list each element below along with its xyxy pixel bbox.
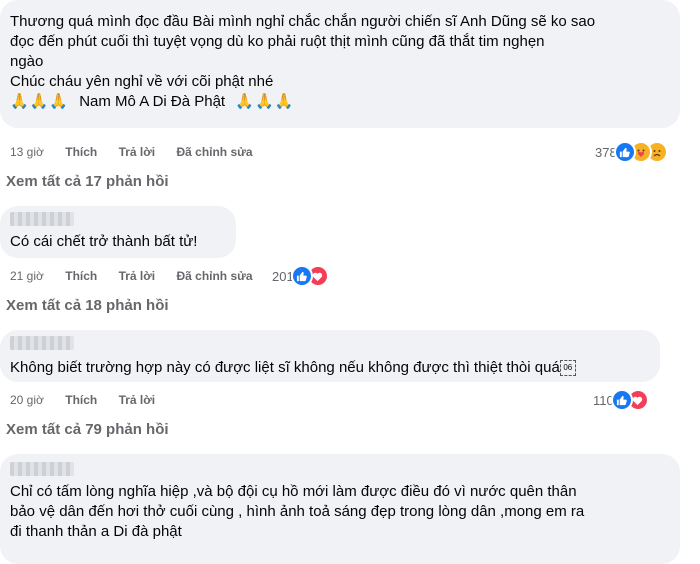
comment-text: Không biết trường hợp này có được liệt s…	[10, 359, 560, 376]
reply-link[interactable]: Trả lời	[119, 393, 156, 407]
edited-label: Đã chỉnh sửa	[176, 269, 253, 283]
comment-text-line: đọc đến phút cuối thì tuyệt vọng dù ko p…	[10, 33, 545, 50]
comment-text-line: Không biết trường hợp này có được liệt s…	[10, 358, 576, 378]
reaction-summary-3[interactable]: 110	[593, 389, 649, 411]
emoji-placeholder-icon: 06	[559, 360, 576, 376]
timestamp[interactable]: 20 giờ	[10, 393, 44, 407]
reaction-summary-1[interactable]: 378	[595, 141, 668, 163]
comment-bubble-4: Chỉ có tấm lòng nghĩa hiệp ,và bộ đội cụ…	[0, 454, 680, 564]
like-link[interactable]: Thích	[65, 145, 97, 159]
comment-text-line: Chỉ có tấm lòng nghĩa hiệp ,và bộ đội cụ…	[10, 483, 577, 500]
comment-actions-2: 21 giờ Thích Trả lời Đã chỉnh sửa	[10, 268, 271, 284]
comment-text-line: đi thanh thản a Di đà phật	[10, 523, 182, 540]
view-replies-link[interactable]: Xem tất cả 17 phản hồi	[6, 173, 169, 190]
like-icon	[613, 141, 636, 163]
like-icon	[290, 265, 313, 287]
comment-author-name[interactable]	[10, 212, 74, 226]
comment-actions-3: 20 giờ Thích Trả lời	[10, 392, 173, 408]
comment-text-line: ngào	[10, 53, 44, 70]
comment-text-line: Có cái chết trở thành bất tử!	[10, 233, 198, 250]
timestamp[interactable]: 21 giờ	[10, 269, 44, 283]
comment-text-line: bảo vệ dân đến hơi thở cuối cùng , hình …	[10, 503, 585, 520]
comment-text-line: Chúc cháu yên nghỉ về với cõi phật nhé	[10, 73, 274, 90]
edited-label: Đã chỉnh sửa	[176, 145, 253, 159]
comment-text-line: Thương quá mình đọc đầu Bài mình nghỉ ch…	[10, 13, 596, 30]
comment-bubble-3: Không biết trường hợp này có được liệt s…	[0, 330, 660, 382]
comment-bubble-1: Thương quá mình đọc đầu Bài mình nghỉ ch…	[0, 0, 680, 128]
comment-author-name[interactable]	[10, 462, 74, 476]
comment-author-name[interactable]	[10, 336, 74, 350]
like-link[interactable]: Thích	[65, 269, 97, 283]
comment-text-line: 🙏🙏🙏 Nam Mô A Di Đà Phật 🙏🙏🙏	[10, 92, 595, 112]
comment-bubble-2: Có cái chết trở thành bất tử!	[0, 206, 236, 258]
timestamp[interactable]: 13 giờ	[10, 145, 44, 159]
reply-link[interactable]: Trả lời	[119, 269, 156, 283]
prayer-text: Nam Mô A Di Đà Phật	[79, 93, 226, 110]
like-link[interactable]: Thích	[65, 393, 97, 407]
pray-emoji: 🙏🙏🙏	[10, 93, 70, 110]
view-replies-link[interactable]: Xem tất cả 18 phản hồi	[6, 297, 169, 314]
reaction-summary-2[interactable]: 201	[272, 265, 329, 287]
pray-emoji: 🙏🙏🙏	[235, 93, 295, 110]
reply-link[interactable]: Trả lời	[119, 145, 156, 159]
comment-actions-1: 13 giờ Thích Trả lời Đã chỉnh sửa	[10, 144, 271, 160]
view-replies-link[interactable]: Xem tất cả 79 phản hồi	[6, 421, 169, 438]
like-icon	[610, 389, 633, 411]
